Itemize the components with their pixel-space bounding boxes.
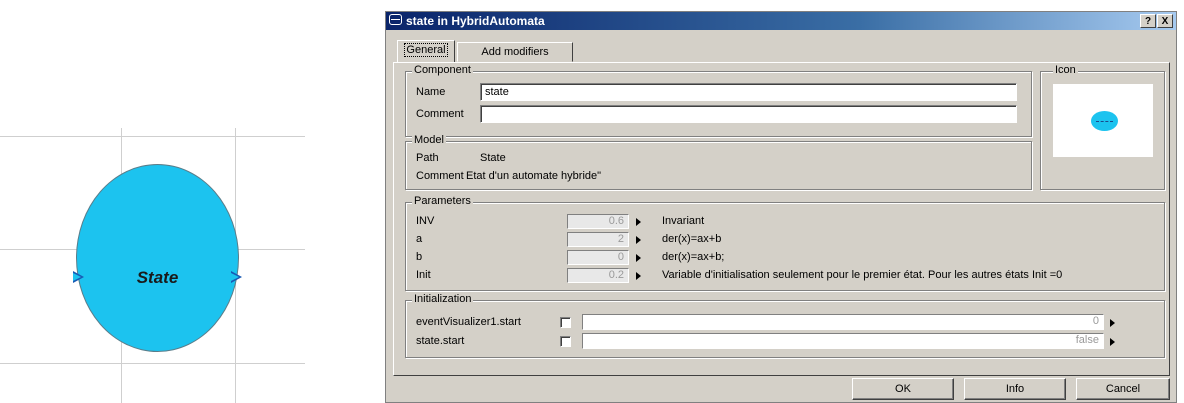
param-value-field[interactable]: 0 xyxy=(567,250,629,265)
title-bar[interactable]: state in HybridAutomata ? X xyxy=(386,12,1176,30)
initialization-legend: Initialization xyxy=(412,293,474,305)
state-icon-line xyxy=(1096,121,1113,122)
state-block[interactable] xyxy=(76,164,239,352)
param-description: Variable d'initialisation seulement pour… xyxy=(662,269,1063,281)
model-comment-label: Comment xyxy=(416,170,464,182)
path-label: Path xyxy=(416,152,439,164)
icon-preview xyxy=(1053,84,1153,157)
state-block-label: State xyxy=(136,268,179,287)
init-menu-arrow-icon[interactable] xyxy=(1110,338,1115,346)
parameters-group: Parameters INV 0.6 Invariant a 2 der(x)=… xyxy=(405,195,1165,291)
comment-input[interactable] xyxy=(480,105,1017,123)
window-icon xyxy=(389,14,402,25)
close-button[interactable]: X xyxy=(1157,14,1173,28)
help-button[interactable]: ? xyxy=(1140,14,1156,28)
init-menu-arrow-icon[interactable] xyxy=(1110,319,1115,327)
param-menu-arrow-icon[interactable] xyxy=(636,218,641,226)
init-name: eventVisualizer1.start xyxy=(416,316,521,328)
name-label: Name xyxy=(416,86,446,98)
init-fixed-checkbox[interactable] xyxy=(560,317,571,328)
initialization-group: Initialization eventVisualizer1.start 0 … xyxy=(405,293,1165,358)
name-input[interactable]: state xyxy=(480,83,1017,101)
param-menu-arrow-icon[interactable] xyxy=(636,254,641,262)
input-port-icon[interactable] xyxy=(73,271,84,283)
state-diagram: State xyxy=(0,128,305,403)
output-port-icon[interactable] xyxy=(231,271,242,283)
param-value-field[interactable]: 0.2 xyxy=(567,268,629,283)
tab-add-modifiers[interactable]: Add modifiers xyxy=(457,42,573,62)
param-name: INV xyxy=(416,215,435,227)
grid-line xyxy=(0,363,305,364)
param-value-field[interactable]: 2 xyxy=(567,232,629,247)
param-name: a xyxy=(416,233,423,245)
param-name: b xyxy=(416,251,423,263)
component-group: Component Name state Comment xyxy=(405,64,1032,137)
param-description: der(x)=ax+b; xyxy=(662,251,725,263)
model-comment-value: Etat d'un automate hybride" xyxy=(466,170,602,182)
model-group: Model Path State Comment Etat d'un autom… xyxy=(405,134,1032,190)
tab-general[interactable]: General xyxy=(397,40,455,62)
param-description: Invariant xyxy=(662,215,705,227)
grid-line xyxy=(0,136,305,137)
init-value-field[interactable]: false xyxy=(582,333,1104,349)
ok-button[interactable]: OK xyxy=(852,378,954,400)
icon-legend: Icon xyxy=(1053,64,1078,76)
comment-label: Comment xyxy=(416,108,464,120)
tab-panel: Component Name state Comment Icon Model … xyxy=(393,62,1170,376)
icon-group: Icon xyxy=(1040,64,1165,190)
model-legend: Model xyxy=(412,134,446,146)
param-description: der(x)=ax+b xyxy=(662,233,722,245)
info-button[interactable]: Info xyxy=(964,378,1066,400)
cancel-button[interactable]: Cancel xyxy=(1076,378,1170,400)
init-fixed-checkbox[interactable] xyxy=(560,336,571,347)
param-menu-arrow-icon[interactable] xyxy=(636,272,641,280)
param-menu-arrow-icon[interactable] xyxy=(636,236,641,244)
parameters-legend: Parameters xyxy=(412,195,473,207)
init-name: state.start xyxy=(416,335,465,347)
path-value: State xyxy=(480,152,506,164)
parameter-dialog: state in HybridAutomata ? X General Add … xyxy=(385,11,1177,403)
window-title: state in HybridAutomata xyxy=(406,14,545,28)
param-value-field[interactable]: 0.6 xyxy=(567,214,629,229)
init-value-field[interactable]: 0 xyxy=(582,314,1104,330)
component-legend: Component xyxy=(412,64,473,76)
param-name: Init xyxy=(416,269,431,281)
tab-general-label: General xyxy=(404,43,448,57)
